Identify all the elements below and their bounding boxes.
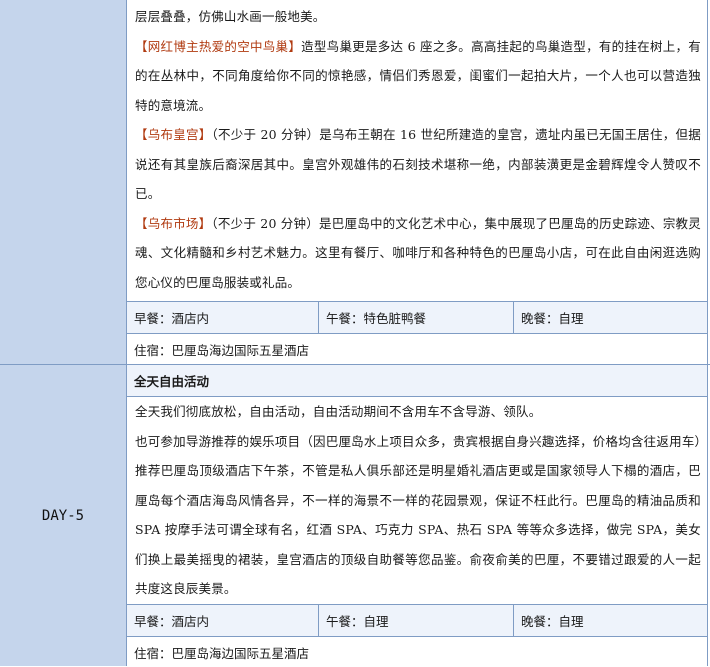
day5-content: 全天自由活动 全天我们彻底放松，自由活动，自由活动期间不含用车不含导游、领队。 … [127, 365, 708, 666]
day4-accommodation: 住宿：巴厘岛海边国际五星酒店 [134, 342, 310, 358]
day5-title: 全天自由活动 [127, 365, 707, 396]
day5-meals-row: 早餐：酒店内 午餐：自理 晚餐：自理 [127, 605, 707, 636]
paragraph-text: （不少于 20 分钟）是巴厘岛中的文化艺术中心，集中展现了巴厘岛的历史踪迹、宗教… [135, 215, 701, 290]
paragraph-text: 层层叠叠，仿佛山水画一般地美。 [135, 9, 326, 24]
dinner-cell: 晚餐：自理 [521, 311, 584, 326]
day5-label-cell: DAY-5 [0, 365, 127, 666]
breakfast-cell: 早餐：酒店内 [127, 605, 319, 636]
highlight-title: 【乌布皇宫】 [135, 127, 212, 142]
highlight-title: 【乌布市场】 [135, 215, 212, 231]
day4-paragraph: 【乌布市场】（不少于 20 分钟）是巴厘岛中的文化艺术中心，集中展现了巴厘岛的历… [127, 209, 707, 298]
day5-accommodation: 住宿：巴厘岛海边国际五星酒店 [134, 645, 310, 661]
itinerary-table: 层层叠叠，仿佛山水画一般地美。 【网红博主热爱的空中鸟巢】造型鸟巢更是多达 6 … [0, 0, 710, 666]
day5-paragraph: 也可参加导游推荐的娱乐项目（因巴厘岛水上项目众多，贵宾根据自身兴趣选择，价格均含… [135, 433, 701, 597]
day-label: DAY-5 [41, 507, 85, 524]
day5-paragraph: 全天我们彻底放松，自由活动，自由活动期间不含用车不含导游、领队。 [135, 404, 542, 419]
highlight-title: 【网红博主热爱的空中鸟巢】 [135, 38, 302, 54]
day4-paragraph: 【网红博主热爱的空中鸟巢】造型鸟巢更是多达 6 座之多。高高挂起的鸟巢造型，有的… [127, 32, 707, 121]
day4-paragraph: 层层叠叠，仿佛山水画一般地美。 [127, 2, 707, 32]
day4-paragraph: 【乌布皇宫】（不少于 20 分钟）是乌布王朝在 16 世纪所建造的皇宫，遗址内虽… [127, 120, 707, 209]
lunch-cell: 午餐：特色脏鸭餐 [319, 302, 514, 333]
breakfast-cell: 早餐：酒店内 [127, 302, 319, 333]
day4-meals-row: 早餐：酒店内 午餐：特色脏鸭餐 晚餐：自理 [127, 302, 707, 333]
day4-content: 层层叠叠，仿佛山水画一般地美。 【网红博主热爱的空中鸟巢】造型鸟巢更是多达 6 … [127, 0, 708, 364]
dinner-cell: 晚餐：自理 [521, 614, 584, 629]
lunch-cell: 午餐：自理 [319, 605, 514, 636]
day4-label-cell [0, 0, 127, 364]
day4-description: 层层叠叠，仿佛山水画一般地美。 【网红博主热爱的空中鸟巢】造型鸟巢更是多达 6 … [127, 2, 707, 297]
day5-description: 全天我们彻底放松，自由活动，自由活动期间不含用车不含导游、领队。 也可参加导游推… [127, 397, 707, 604]
paragraph-text: （不少于 20 分钟）是乌布王朝在 16 世纪所建造的皇宫，遗址内虽已无国王居住… [135, 127, 702, 201]
